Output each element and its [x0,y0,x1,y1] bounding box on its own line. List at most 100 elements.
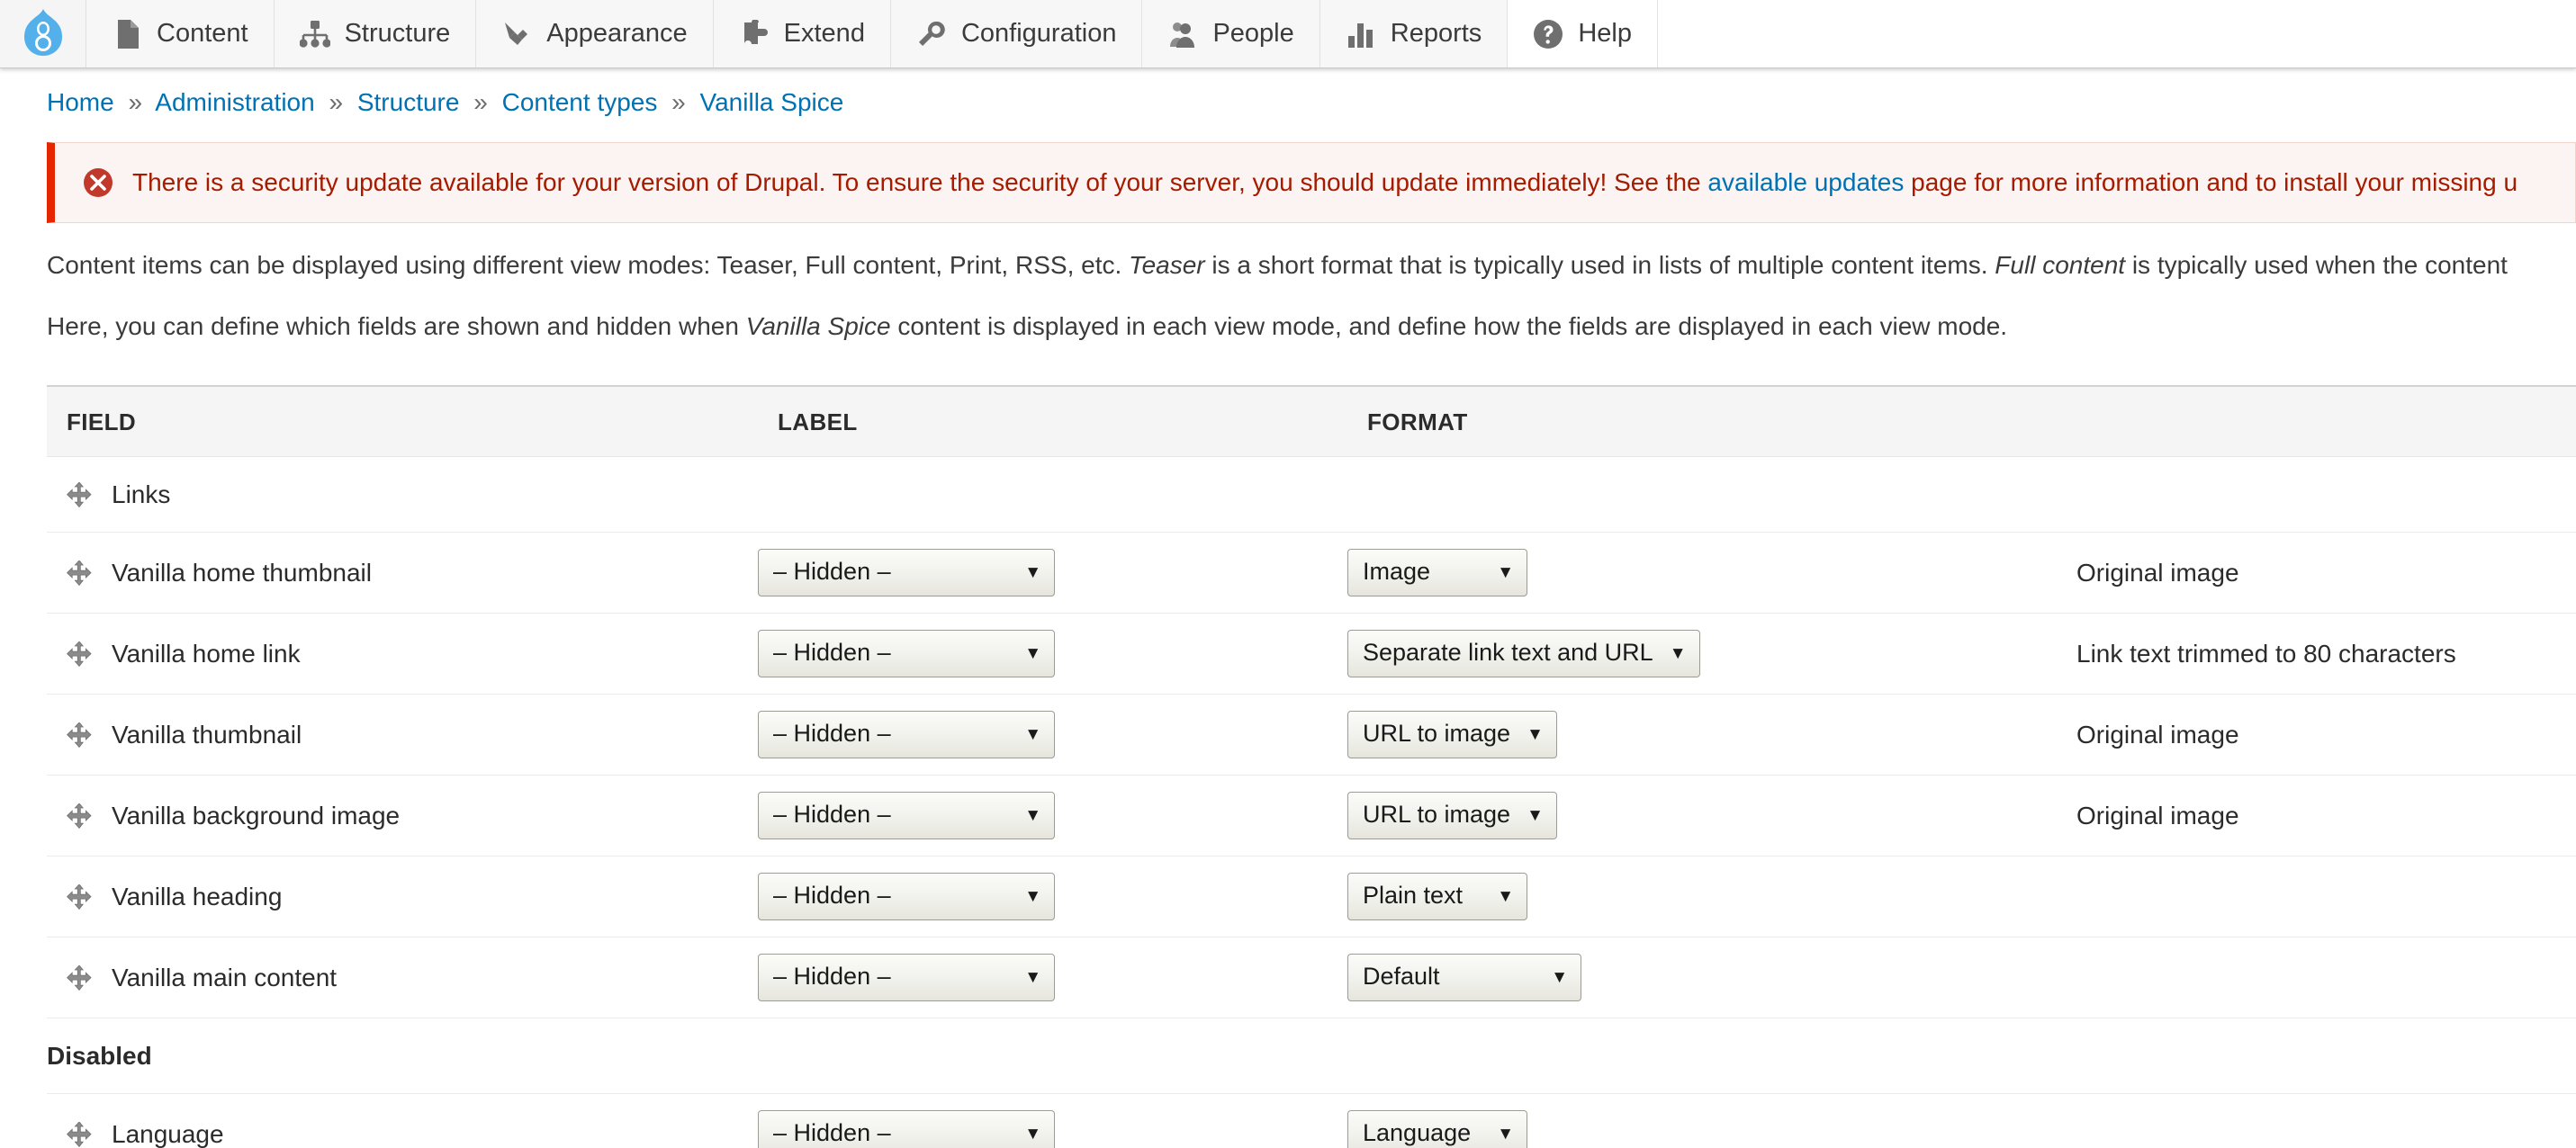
cross-arrows-icon[interactable] [67,883,92,910]
table-row-vanilla-heading: Vanilla heading – Hidden – ▼ Plain text ▼ [47,856,2576,937]
breadcrumb-item-administration[interactable]: Administration [155,88,314,116]
toolbar-tab-content[interactable]: Content [86,0,275,67]
toolbar-tab-label: Configuration [960,19,1117,48]
chevron-down-icon: ▼ [1497,887,1514,907]
format-cell: URL to image ▼ [1347,775,2076,857]
label-select-vanilla-home-thumbnail[interactable]: – Hidden – ▼ [758,549,1055,596]
format-select-vanilla-thumbnail[interactable]: URL to image ▼ [1347,711,1557,758]
label-select-value: – Hidden – [773,882,891,910]
drupal-logo[interactable] [0,0,86,67]
label-select-vanilla-main-content[interactable]: – Hidden – ▼ [758,954,1055,1001]
format-cell: Image ▼ [1347,532,2076,614]
format-cell: Language ▼ [1347,1093,2076,1148]
cross-arrows-icon[interactable] [67,640,92,667]
table-header-row: FIELD LABEL FORMAT [47,385,2576,457]
label-cell: – Hidden – ▼ [758,856,1347,937]
field-label: Vanilla home link [112,639,301,668]
cross-arrows-icon[interactable] [67,721,92,748]
breadcrumb-separator: » [671,88,686,116]
field-label: Language [112,1119,224,1148]
region-label-cell [758,456,1347,533]
cross-arrows-icon[interactable] [67,1120,92,1147]
breadcrumb-item-content-types[interactable]: Content types [502,88,658,116]
label-select-language[interactable]: – Hidden – ▼ [758,1110,1055,1148]
format-select-vanilla-heading[interactable]: Plain text ▼ [1347,873,1527,920]
chevron-down-icon: ▼ [1024,1125,1041,1144]
summary-cell: Original image [2076,532,2576,614]
format-cell: Separate link text and URL ▼ [1347,613,2076,695]
format-select-vanilla-background-image[interactable]: URL to image ▼ [1347,792,1557,839]
chevron-down-icon: ▼ [1024,563,1041,583]
question-mark-icon [1533,19,1563,49]
field-label: Links [112,480,171,508]
format-select-value: URL to image [1363,720,1511,748]
label-select-vanilla-thumbnail[interactable]: – Hidden – ▼ [758,711,1055,758]
table-row-disabled: Disabled [47,1018,2576,1094]
table-row-vanilla-home-thumbnail: Vanilla home thumbnail – Hidden – ▼ Image ▼ O… [47,532,2576,614]
label-cell: – Hidden – ▼ [758,613,1347,695]
toolbar-tab-label: Appearance [546,19,688,48]
field-name-cell: Vanilla thumbnail [47,694,758,776]
field-name-cell: Vanilla heading [47,856,758,937]
format-select-value: Plain text [1363,882,1464,910]
toolbar-tab-people[interactable]: People [1142,0,1320,67]
toolbar-tab-extend[interactable]: Extend [713,0,891,67]
breadcrumb-item-home[interactable]: Home [47,88,114,116]
toolbar-tab-label: Extend [783,19,865,48]
admin-toolbar: Content Structure Appearance Extend Conf… [0,0,2576,68]
chevron-down-icon: ▼ [1527,725,1544,745]
chevron-down-icon: ▼ [1669,644,1687,664]
label-select-vanilla-home-link[interactable]: – Hidden – ▼ [758,630,1055,677]
label-cell: – Hidden – ▼ [758,775,1347,857]
label-select-vanilla-background-image[interactable]: – Hidden – ▼ [758,792,1055,839]
label-select-vanilla-heading[interactable]: – Hidden – ▼ [758,873,1055,920]
cross-arrows-icon[interactable] [67,964,92,991]
summary-cell: Original image [2076,775,2576,857]
label-cell: – Hidden – ▼ [758,937,1347,1018]
field-name-cell: Language [47,1093,758,1148]
breadcrumb-item-structure[interactable]: Structure [357,88,460,116]
field-name-cell: Vanilla background image [47,775,758,857]
format-select-value: URL to image [1363,801,1511,829]
error-x-icon [82,166,114,199]
page-intro: Content items can be displayed using dif… [0,223,2576,369]
format-select-value: Separate link text and URL [1363,639,1653,667]
format-select-value: Language [1363,1119,1472,1147]
toolbar-tab-label: Help [1578,19,1632,48]
table-row-vanilla-main-content: Vanilla main content – Hidden – ▼ Default ▼ [47,937,2576,1018]
table-row-vanilla-thumbnail: Vanilla thumbnail – Hidden – ▼ URL to image… [47,694,2576,776]
cross-arrows-icon[interactable] [67,559,92,586]
toolbar-empty-space [1657,0,2576,67]
format-select-language[interactable]: Language ▼ [1347,1110,1527,1148]
field-name-cell: Vanilla home link [47,613,758,695]
format-select-vanilla-home-thumbnail[interactable]: Image ▼ [1347,549,1527,596]
chevron-down-icon: ▼ [1024,887,1041,907]
cross-arrows-icon[interactable] [67,802,92,829]
format-select-vanilla-home-link[interactable]: Separate link text and URL ▼ [1347,630,1700,677]
section-summary-cell [2076,1018,2576,1094]
breadcrumb-item-vanilla-spice[interactable]: Vanilla Spice [700,88,844,116]
label-select-value: – Hidden – [773,639,891,667]
format-select-vanilla-main-content[interactable]: Default ▼ [1347,954,1581,1001]
toolbar-tab-appearance[interactable]: Appearance [476,0,714,67]
field-label: Vanilla thumbnail [112,720,302,749]
available-updates-link[interactable]: available updates [1707,168,1904,196]
intro-p1-part1: Content items can be displayed using dif… [47,251,1130,279]
column-header-summary [2076,385,2576,457]
toolbar-tab-reports[interactable]: Reports [1320,0,1509,67]
table-body: Links Vanilla home thumbnail – Hidden – ▼ Im… [47,456,2576,1148]
chevron-down-icon: ▼ [1024,644,1041,664]
summary-cell [2076,1093,2576,1148]
region-field-cell: Links [47,456,758,533]
field-name-cell: Vanilla home thumbnail [47,532,758,614]
table-row-links: Links [47,456,2576,533]
field-label: Vanilla background image [112,801,401,830]
toolbar-tab-configuration[interactable]: Configuration [890,0,1143,67]
toolbar-tab-structure[interactable]: Structure [274,0,477,67]
structure-icon [299,19,330,49]
toolbar-tab-help[interactable]: Help [1508,0,1658,67]
paintbrush-icon [501,19,532,49]
toolbar-tab-label: Reports [1390,19,1482,48]
cross-arrows-icon[interactable] [67,480,92,507]
chevron-down-icon: ▼ [1527,806,1544,826]
